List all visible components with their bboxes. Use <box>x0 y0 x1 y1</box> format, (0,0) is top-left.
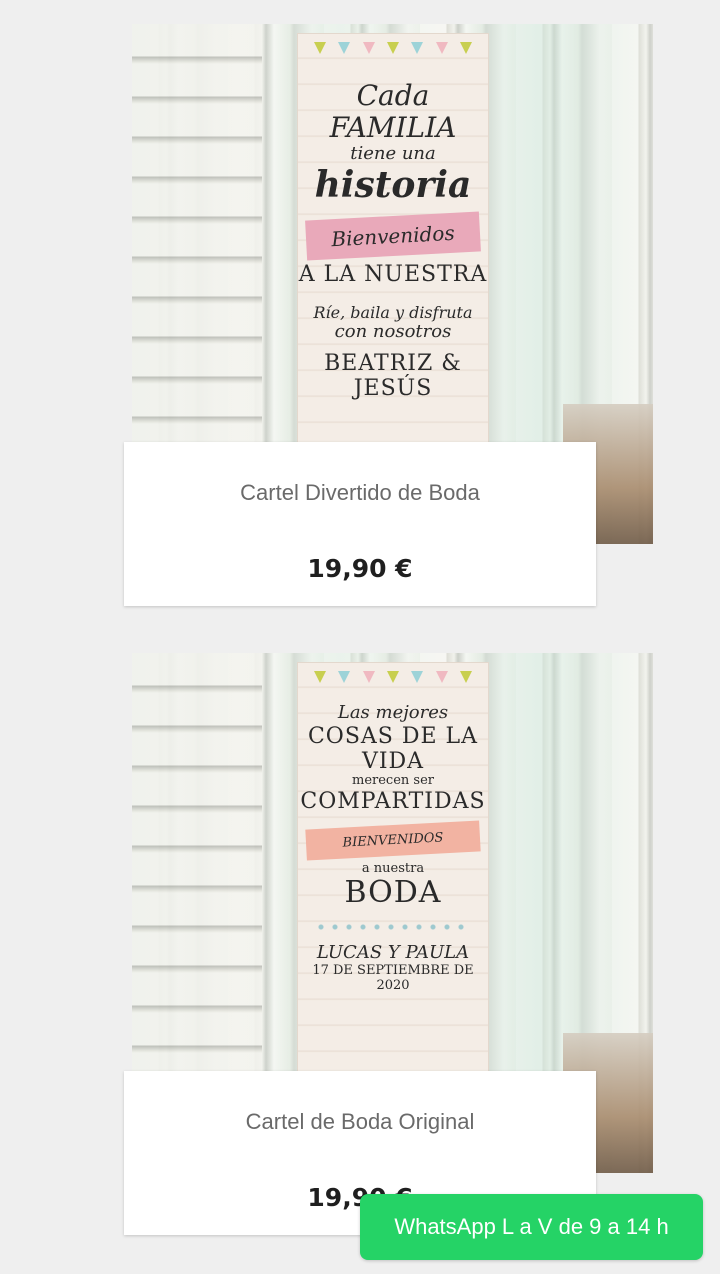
product-name[interactable]: Cartel Divertido de Boda <box>124 480 596 506</box>
product-info[interactable]: Cartel Divertido de Boda 19,90 € <box>124 442 596 606</box>
poster-ribbon: Bienvenidos <box>305 211 481 261</box>
poster-text: historia <box>314 164 472 207</box>
bunting-decoration <box>298 34 488 74</box>
poster-text: con nosotros <box>334 321 452 343</box>
poster-text: COSAS DE LA VIDA <box>307 723 479 774</box>
poster-text: Las mejores <box>337 702 449 723</box>
product-list: Cada FAMILIA tiene una historia Bienveni… <box>0 0 720 1274</box>
whatsapp-button[interactable]: WhatsApp L a V de 9 a 14 h <box>360 1194 703 1260</box>
product-name[interactable]: Cartel de Boda Original <box>124 1109 596 1135</box>
poster-text: tiene una <box>350 143 436 165</box>
poster-text: Cada FAMILIA <box>329 79 457 145</box>
bunting-decoration <box>298 663 488 703</box>
poster-text: BEATRIZ & JESÚS <box>324 350 462 402</box>
dots-decoration <box>314 922 472 931</box>
poster-text: A LA NUESTRA <box>298 262 488 288</box>
poster-ribbon: BIENVENIDOS <box>305 819 481 861</box>
poster-text: merecen ser <box>352 773 434 789</box>
poster-text: LUCAS Y PAULA <box>316 941 470 963</box>
poster-text: BODA <box>344 875 442 911</box>
poster-text: a nuestra <box>361 860 425 876</box>
poster-text: COMPARTIDAS <box>300 789 486 815</box>
product-price: 19,90 € <box>307 554 413 583</box>
poster-text: 17 DE SEPTIEMBRE DE 2020 <box>312 962 474 993</box>
poster-text: Ríe, baila y disfruta <box>313 302 473 322</box>
